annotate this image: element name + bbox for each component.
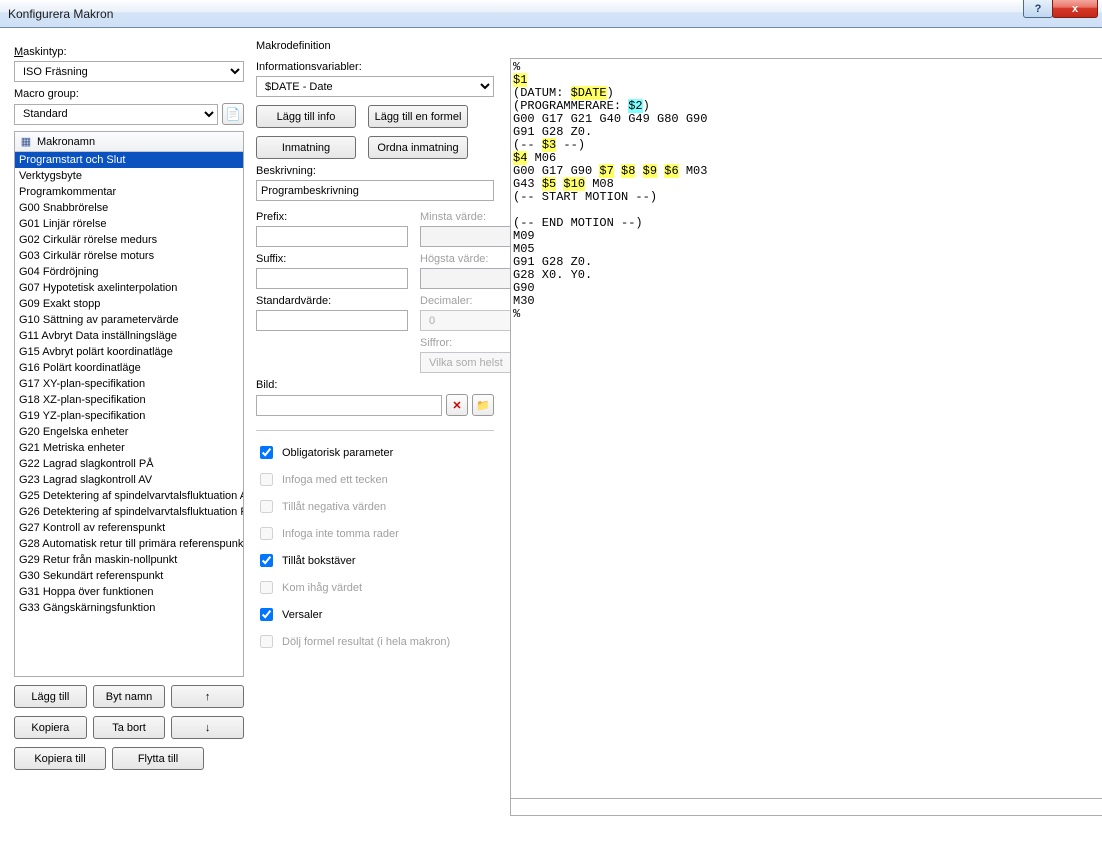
- machine-type-select[interactable]: ISO Fräsning: [14, 61, 244, 82]
- move-up-button[interactable]: ↑: [171, 685, 244, 708]
- folder-icon: 📁: [476, 399, 490, 412]
- arrow-up-icon: ↑: [205, 691, 211, 703]
- skip-blank-checkbox: Infoga inte tomma rader: [256, 524, 494, 543]
- remember-value-checkbox: Kom ihåg värdet: [256, 578, 494, 597]
- list-item[interactable]: G07 Hypotetisk axelinterpolation: [15, 280, 243, 296]
- add-formula-button[interactable]: Lägg till en formel: [368, 105, 468, 128]
- list-item[interactable]: G31 Hoppa över funktionen: [15, 584, 243, 600]
- list-item[interactable]: G19 YZ-plan-specifikation: [15, 408, 243, 424]
- description-input[interactable]: [256, 180, 494, 201]
- description-label: Beskrivning:: [256, 165, 494, 177]
- macro-list[interactable]: ▦ Makronamn Programstart och SlutVerktyg…: [14, 131, 244, 677]
- move-down-button[interactable]: ↓: [171, 716, 244, 739]
- list-item[interactable]: G01 Linjär rörelse: [15, 216, 243, 232]
- code-hscroll[interactable]: [510, 799, 1102, 816]
- delete-button[interactable]: Ta bort: [93, 716, 166, 739]
- info-variables-label: Informationsvariabler:: [256, 61, 494, 73]
- list-item[interactable]: G27 Kontroll av referenspunkt: [15, 520, 243, 536]
- arrow-down-icon: ↓: [205, 722, 211, 734]
- copy-to-button[interactable]: Kopiera till: [14, 747, 106, 770]
- list-item[interactable]: G29 Retur från maskin-nollpunkt: [15, 552, 243, 568]
- list-item[interactable]: G04 Fördröjning: [15, 264, 243, 280]
- hide-formula-checkbox: Dölj formel resultat (i hela makron): [256, 632, 494, 651]
- order-input-button[interactable]: Ordna inmatning: [368, 136, 468, 159]
- image-browse-button[interactable]: 📁: [472, 394, 494, 416]
- macro-group-select[interactable]: Standard: [14, 104, 218, 125]
- macro-definition-title: Makrodefinition: [256, 40, 494, 52]
- suffix-label: Suffix:: [256, 253, 408, 265]
- divider: [256, 430, 494, 431]
- list-item[interactable]: G09 Exakt stopp: [15, 296, 243, 312]
- list-item[interactable]: G22 Lagrad slagkontroll PÅ: [15, 456, 243, 472]
- insert-char-checkbox: Infoga med ett tecken: [256, 470, 494, 489]
- list-item[interactable]: G11 Avbryt Data inställningsläge: [15, 328, 243, 344]
- input-button[interactable]: Inmatning: [256, 136, 356, 159]
- window-title: Konfigurera Makron: [8, 7, 113, 21]
- close-icon: x: [1072, 3, 1078, 15]
- list-item[interactable]: G23 Lagrad slagkontroll AV: [15, 472, 243, 488]
- list-item[interactable]: G16 Polärt koordinatläge: [15, 360, 243, 376]
- list-item[interactable]: G00 Snabbrörelse: [15, 200, 243, 216]
- list-item[interactable]: G21 Metriska enheter: [15, 440, 243, 456]
- close-button[interactable]: x: [1052, 0, 1098, 18]
- image-clear-button[interactable]: ✕: [446, 394, 468, 416]
- info-variables-select[interactable]: $DATE - Date: [256, 76, 494, 97]
- add-info-button[interactable]: Lägg till info: [256, 105, 356, 128]
- list-item[interactable]: Programstart och Slut: [15, 152, 243, 168]
- allow-negative-checkbox: Tillåt negativa värden: [256, 497, 494, 516]
- window-buttons: ? x: [1024, 0, 1098, 18]
- suffix-input[interactable]: [256, 268, 408, 289]
- add-button[interactable]: Lägg till: [14, 685, 87, 708]
- allow-letters-checkbox[interactable]: Tillåt bokstäver: [256, 551, 494, 570]
- macro-list-header[interactable]: ▦ Makronamn: [15, 132, 243, 152]
- list-item[interactable]: G18 XZ-plan-specifikation: [15, 392, 243, 408]
- list-item[interactable]: G28 Automatisk retur till primära refere…: [15, 536, 243, 552]
- document-icon: 📄: [226, 107, 241, 121]
- list-item[interactable]: G25 Detektering af spindelvarvtalsfluktu…: [15, 488, 243, 504]
- list-item[interactable]: G15 Avbryt polärt koordinatläge: [15, 344, 243, 360]
- list-item[interactable]: G02 Cirkulär rörelse medurs: [15, 232, 243, 248]
- middle-panel: Makrodefinition Informationsvariabler: $…: [244, 40, 494, 849]
- prefix-label: Prefix:: [256, 211, 408, 223]
- list-item[interactable]: Programkommentar: [15, 184, 243, 200]
- required-checkbox[interactable]: Obligatorisk parameter: [256, 443, 494, 462]
- list-item[interactable]: G10 Sättning av parametervärde: [15, 312, 243, 328]
- image-label: Bild:: [256, 379, 494, 391]
- help-icon: ?: [1035, 3, 1042, 15]
- prefix-input[interactable]: [256, 226, 408, 247]
- dialog-content: Maskintyp: ISO Fräsning Macro group: Sta…: [0, 28, 1102, 861]
- list-item[interactable]: G17 XY-plan-specifikation: [15, 376, 243, 392]
- list-item[interactable]: G03 Cirkulär rörelse moturs: [15, 248, 243, 264]
- list-item[interactable]: G26 Detektering af spindelvarvtalsfluktu…: [15, 504, 243, 520]
- help-button[interactable]: ?: [1023, 0, 1053, 18]
- macro-group-label: Macro group:: [14, 88, 244, 100]
- table-header-icon: ▦: [19, 135, 33, 149]
- image-path-input[interactable]: [256, 395, 442, 416]
- machine-type-label: Maskintyp:: [14, 46, 244, 58]
- list-item[interactable]: Verktygsbyte: [15, 168, 243, 184]
- left-panel: Maskintyp: ISO Fräsning Macro group: Sta…: [14, 40, 244, 849]
- macro-group-new-button[interactable]: 📄: [222, 103, 244, 125]
- list-item[interactable]: G30 Sekundärt referenspunkt: [15, 568, 243, 584]
- list-item[interactable]: G20 Engelska enheter: [15, 424, 243, 440]
- uppercase-checkbox[interactable]: Versaler: [256, 605, 494, 624]
- title-bar: Konfigurera Makron ? x: [0, 0, 1102, 28]
- rename-button[interactable]: Byt namn: [93, 685, 166, 708]
- macro-code-editor[interactable]: % $1 (DATUM: $DATE) (PROGRAMMERARE: $2) …: [510, 58, 1102, 799]
- right-panel: % $1 (DATUM: $DATE) (PROGRAMMERARE: $2) …: [494, 40, 1102, 849]
- default-value-label: Standardvärde:: [256, 295, 408, 307]
- default-value-input[interactable]: [256, 310, 408, 331]
- x-icon: ✕: [452, 399, 461, 412]
- macro-list-hscroll[interactable]: [15, 659, 243, 676]
- list-item[interactable]: G33 Gängskärningsfunktion: [15, 600, 243, 616]
- move-to-button[interactable]: Flytta till: [112, 747, 204, 770]
- copy-button[interactable]: Kopiera: [14, 716, 87, 739]
